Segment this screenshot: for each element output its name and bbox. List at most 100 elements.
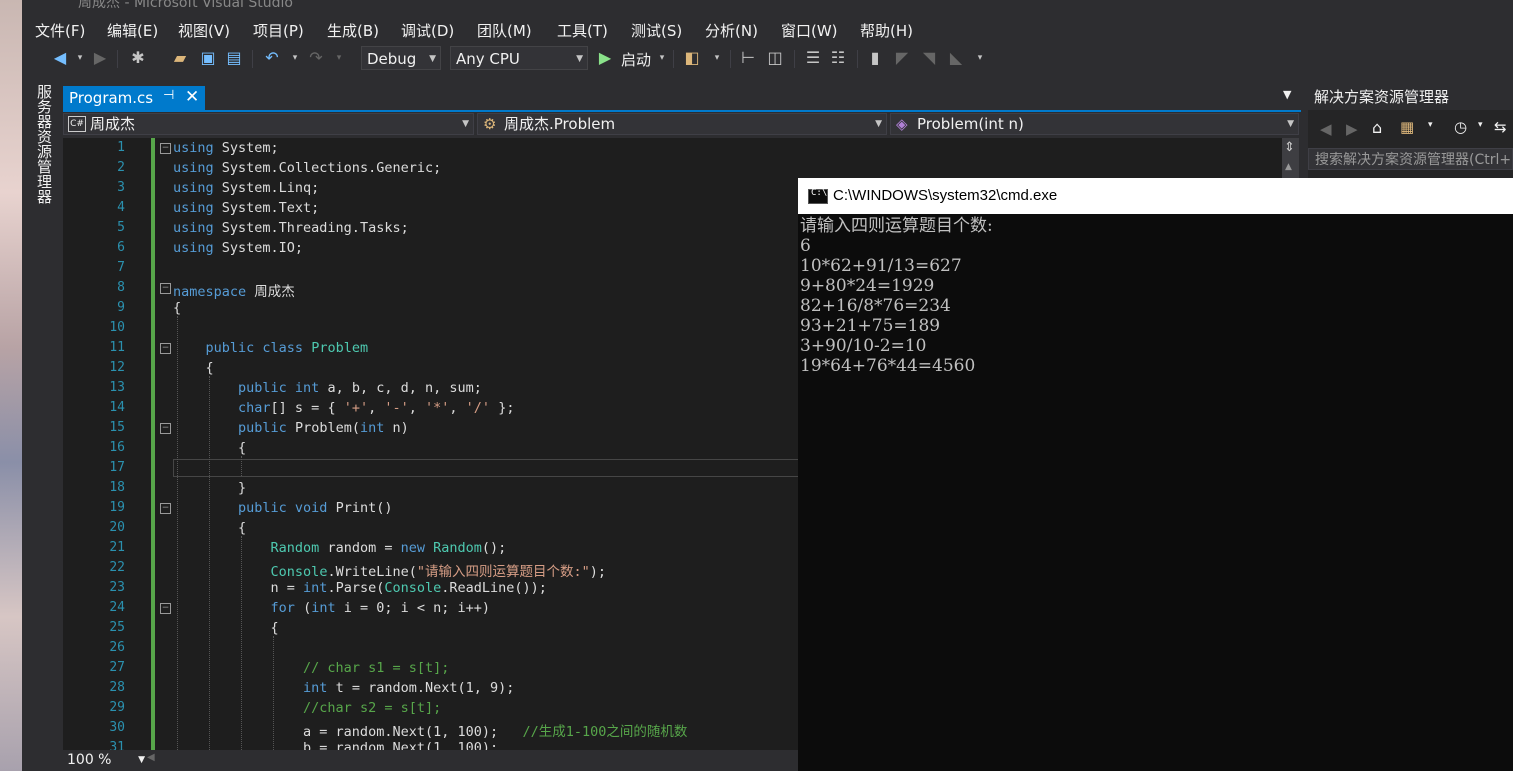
chevron-down-icon: ▼	[875, 119, 882, 129]
title-bar: 周成杰 - Microsoft Visual Studio	[22, 0, 1513, 12]
uncomment-lines-icon[interactable]: ☷	[828, 48, 848, 68]
solution-config-select[interactable]: Debug ▼	[361, 46, 441, 70]
zoom-select[interactable]: 100 % ▼	[63, 751, 145, 770]
server-explorer-tab[interactable]: 服务器资源管理器	[22, 84, 62, 771]
line-number: 14	[109, 400, 125, 415]
code-line: namespace 周成杰	[173, 284, 295, 300]
line-number: 23	[109, 580, 125, 595]
change-tracking-margin	[151, 138, 155, 750]
console-app-icon: C:\	[808, 188, 828, 204]
forward-icon[interactable]: ▶	[90, 48, 110, 68]
clear-bookmarks-icon[interactable]: ◣	[946, 48, 966, 68]
collapse-toggle-icon[interactable]: −	[160, 283, 171, 294]
find-in-files-icon[interactable]: ◧	[682, 48, 702, 68]
type-navigation-select[interactable]: ⚙ 周成杰.Problem ▼	[477, 113, 887, 135]
next-bookmark-icon[interactable]: ◥	[919, 48, 939, 68]
menu-help[interactable]: 帮助(H)	[860, 20, 913, 41]
project-navigation-select[interactable]: C# 周成杰 ▼	[63, 113, 474, 135]
redo-icon[interactable]: ↷	[306, 48, 326, 68]
code-line: public void Print()	[238, 500, 393, 516]
code-line: using System.Text;	[173, 200, 320, 216]
collapse-toggle-icon[interactable]: −	[160, 143, 171, 154]
code-line: {	[173, 360, 214, 376]
previous-bookmark-icon[interactable]: ◤	[892, 48, 912, 68]
back-icon[interactable]: ◀	[50, 48, 70, 68]
line-number: 9	[117, 300, 125, 315]
line-number: 17	[109, 460, 125, 475]
step-into-icon[interactable]: ⊢	[738, 48, 758, 68]
zoom-value: 100 %	[67, 752, 112, 768]
code-line: using System.Linq;	[173, 180, 320, 196]
save-icon[interactable]: ▣	[198, 48, 218, 68]
tab-program-cs[interactable]: Program.cs ⊣ ✕	[63, 86, 205, 110]
menu-team[interactable]: 团队(M)	[477, 20, 532, 41]
split-window-icon[interactable]: ⇕	[1284, 140, 1295, 155]
scroll-up-icon[interactable]: ▲	[1285, 162, 1292, 172]
menu-build[interactable]: 生成(B)	[327, 20, 379, 41]
console-window[interactable]: C:\ C:\WINDOWS\system32\cmd.exe 请输入四则运算题…	[798, 178, 1513, 771]
chevron-down-icon: ▼	[462, 119, 469, 129]
pin-icon[interactable]: ⊣	[163, 88, 174, 103]
menu-file[interactable]: 文件(F)	[35, 20, 85, 41]
close-icon[interactable]: ✕	[185, 87, 199, 107]
console-title: C:\WINDOWS\system32\cmd.exe	[833, 187, 1058, 204]
start-play-icon[interactable]: ▶	[595, 48, 615, 68]
code-line: Console.WriteLine("请输入四则运算题目个数:");	[270, 564, 607, 580]
chevron-down-icon[interactable]: ▾	[1478, 120, 1483, 130]
forward-icon[interactable]: ▶	[1346, 120, 1358, 138]
undo-icon[interactable]: ↶	[262, 48, 282, 68]
class-icon: ⚙	[483, 115, 497, 133]
chevron-down-icon: ▼	[429, 54, 436, 64]
menu-test[interactable]: 测试(S)	[631, 20, 682, 41]
menu-edit[interactable]: 编辑(E)	[107, 20, 158, 41]
tab-list-dropdown-icon[interactable]: ▼	[1283, 88, 1291, 101]
solution-explorer-title: 解决方案资源管理器	[1308, 84, 1513, 110]
chevron-down-icon[interactable]: ▾	[1428, 120, 1433, 130]
code-line: b = random.Next(1, 100);	[173, 740, 499, 750]
menu-debug[interactable]: 调试(D)	[401, 20, 454, 41]
console-line: 请输入四则运算题目个数:	[800, 216, 993, 236]
chevron-down-icon: ▼	[1287, 119, 1294, 129]
solution-search-input[interactable]: 搜索解决方案资源管理器(Ctrl+;)	[1308, 148, 1513, 170]
line-number: 16	[109, 440, 125, 455]
scroll-left-icon[interactable]: ◀	[147, 752, 155, 763]
toolbar-overflow-icon[interactable]: ▾	[970, 48, 990, 68]
collapse-toggle-icon[interactable]: −	[160, 423, 171, 434]
line-number: 1	[117, 140, 125, 155]
start-button-label[interactable]: 启动	[621, 49, 651, 70]
code-line: using System.Threading.Tasks;	[173, 220, 409, 236]
bookmark-icon[interactable]: ▮	[865, 48, 885, 68]
undo-dropdown-icon[interactable]: ▾	[285, 48, 305, 68]
menu-window[interactable]: 窗口(W)	[781, 20, 838, 41]
menu-tools[interactable]: 工具(T)	[557, 20, 608, 41]
comment-lines-icon[interactable]: ☰	[803, 48, 823, 68]
switch-views-icon[interactable]: ▦	[1400, 118, 1414, 136]
new-project-icon[interactable]: ✱	[128, 48, 148, 68]
toolbar-overflow-icon[interactable]: ▾	[707, 48, 727, 68]
back-icon[interactable]: ◀	[1320, 120, 1332, 138]
menu-view[interactable]: 视图(V)	[178, 20, 230, 41]
save-all-icon[interactable]: ▤	[224, 48, 244, 68]
pending-changes-icon[interactable]: ◷	[1454, 118, 1467, 136]
collapse-toggle-icon[interactable]: −	[160, 503, 171, 514]
chevron-down-icon: ▼	[138, 755, 145, 765]
code-line: char[] s = { '+', '-', '*', '/' };	[238, 400, 515, 416]
layout-icon[interactable]: ◫	[765, 48, 785, 68]
console-title-bar[interactable]: C:\ C:\WINDOWS\system32\cmd.exe	[798, 178, 1513, 214]
code-line: for (int i = 0; i < n; i++)	[270, 600, 491, 616]
line-number: 10	[109, 320, 125, 335]
menu-project[interactable]: 项目(P)	[253, 20, 304, 41]
home-icon[interactable]: ⌂	[1372, 118, 1382, 137]
sync-icon[interactable]: ⇆	[1494, 118, 1507, 136]
code-line: using System.IO;	[173, 240, 304, 256]
menu-analyze[interactable]: 分析(N)	[705, 20, 758, 41]
line-number: 8	[117, 280, 125, 295]
solution-platform-select[interactable]: Any CPU ▼	[450, 46, 588, 70]
collapse-toggle-icon[interactable]: −	[160, 603, 171, 614]
redo-dropdown-icon[interactable]: ▾	[329, 48, 349, 68]
start-dropdown-icon[interactable]: ▾	[652, 48, 672, 68]
open-folder-icon[interactable]: ▰	[170, 48, 190, 68]
dropdown-arrow-icon[interactable]: ▾	[70, 48, 90, 68]
member-navigation-select[interactable]: ◈ Problem(int n) ▼	[890, 113, 1299, 135]
collapse-toggle-icon[interactable]: −	[160, 343, 171, 354]
